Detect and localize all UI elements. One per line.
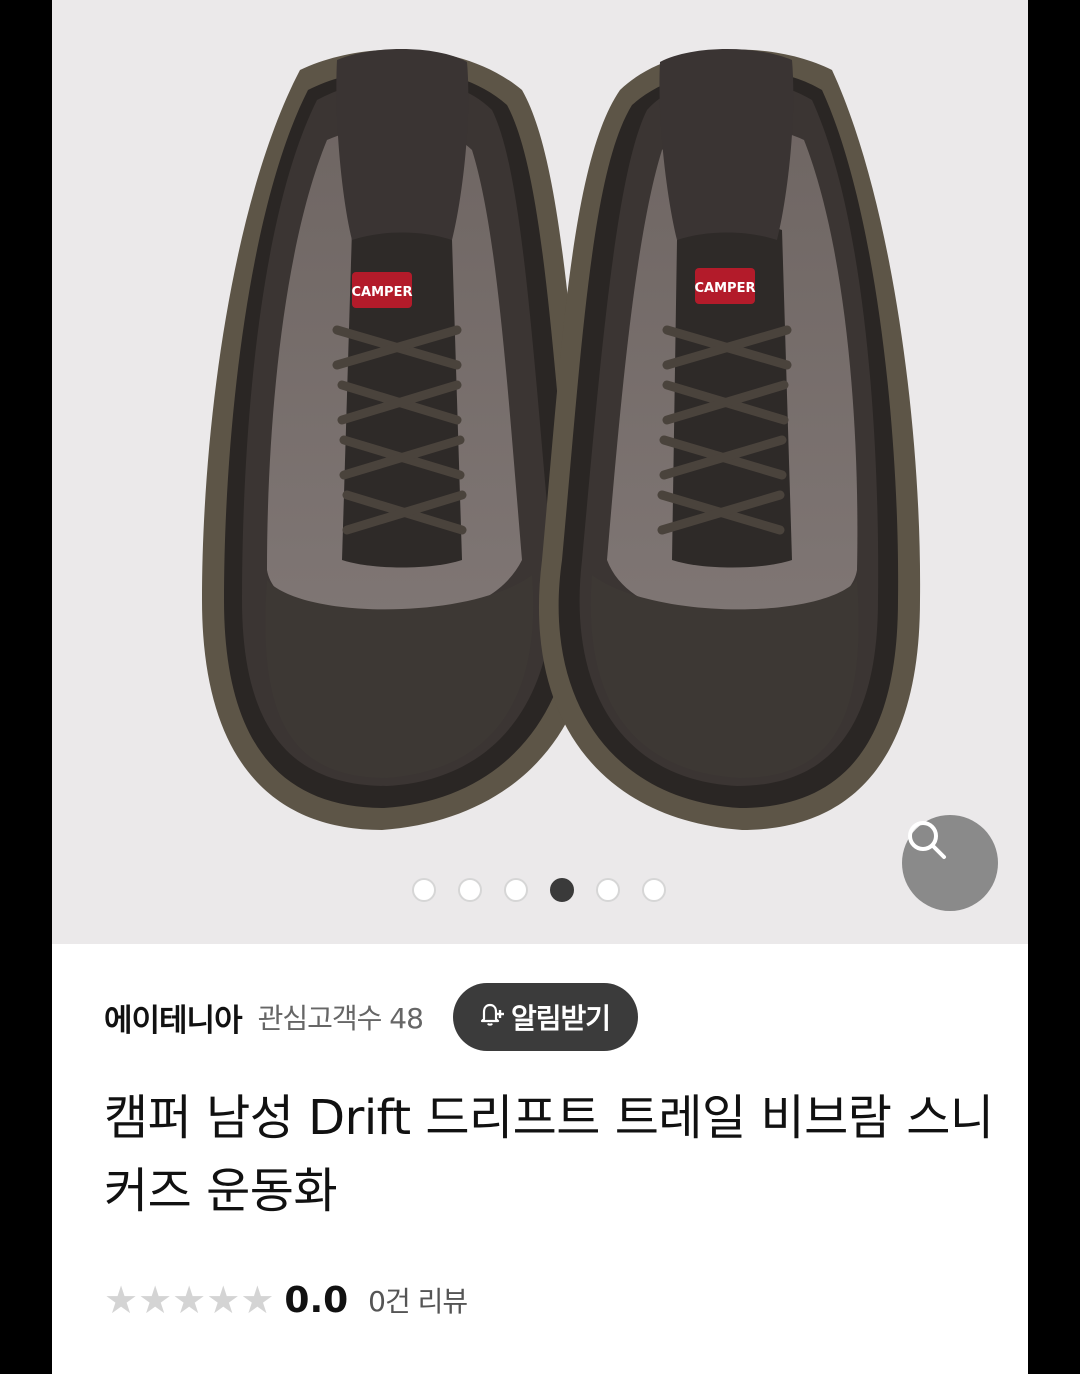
svg-text:CAMPER: CAMPER: [352, 285, 413, 300]
rating-row[interactable]: ★ ★ ★ ★ ★ 0.0 0건 리뷰: [104, 1272, 468, 1328]
carousel-dot[interactable]: [596, 878, 620, 902]
carousel-dot[interactable]: [412, 878, 436, 902]
carousel-dot[interactable]: [458, 878, 482, 902]
zoom-button[interactable]: [902, 815, 998, 911]
notify-label: 알림받기: [510, 1002, 611, 1035]
star-icon: ★: [104, 1278, 139, 1322]
follower-count: 관심고객수 48: [257, 1002, 424, 1035]
rating-score: 0.0: [284, 1279, 349, 1321]
carousel-dot[interactable]: [504, 878, 528, 902]
bell-plus-icon: [477, 1000, 505, 1035]
notify-button[interactable]: 알림받기: [452, 983, 638, 1051]
carousel-dot[interactable]: [550, 878, 574, 902]
carousel-indicator: [412, 876, 666, 904]
svg-text:CAMPER: CAMPER: [695, 281, 756, 296]
star-icon: ★: [138, 1278, 173, 1322]
product-photo: CAMPER CAMPER: [202, 48, 921, 831]
star-icon: ★: [240, 1278, 275, 1322]
product-title: 캠퍼 남성 Drift 드리프트 트레일 비브람 스니커즈 운동화: [104, 1090, 994, 1219]
seller-name[interactable]: 에이테니아: [104, 995, 243, 1040]
right-shoe: CAMPER: [538, 48, 921, 831]
star-icon: ★: [206, 1278, 241, 1322]
product-page: CAMPER CAMPER 에이테니아 관심고객수 48 알림받기 캠퍼 남성 …: [52, 0, 1028, 1374]
review-count[interactable]: 0건 리뷰: [368, 1280, 468, 1320]
carousel-dot[interactable]: [642, 878, 666, 902]
seller-row: 에이테니아 관심고객수 48 알림받기: [104, 982, 638, 1052]
star-icon: ★: [172, 1278, 207, 1322]
product-image-carousel[interactable]: CAMPER CAMPER: [52, 0, 1028, 944]
star-rating: ★ ★ ★ ★ ★: [104, 1281, 274, 1319]
left-shoe: CAMPER: [202, 48, 595, 831]
